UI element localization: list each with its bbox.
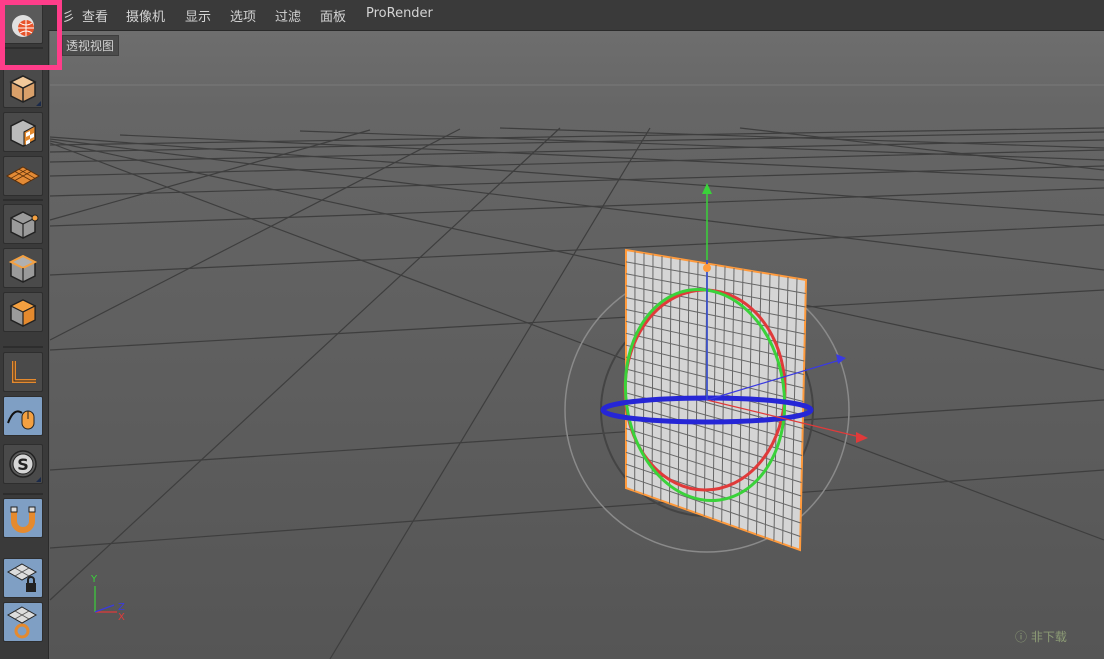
points-mode-button[interactable] bbox=[3, 204, 43, 244]
lock-workplane-button[interactable] bbox=[3, 558, 43, 598]
lock-workplane-icon bbox=[6, 563, 38, 592]
menu-filter[interactable]: 过滤 bbox=[275, 6, 301, 25]
scale-handle bbox=[703, 264, 711, 272]
polygons-mode-icon bbox=[9, 299, 37, 327]
points-mode-icon bbox=[10, 211, 39, 239]
left-toolbar: S bbox=[0, 4, 49, 659]
magnet-button[interactable] bbox=[3, 498, 43, 538]
texture-mode-icon bbox=[10, 119, 36, 147]
tweak-mode-icon bbox=[7, 410, 35, 430]
menu-edit[interactable]: 彡 bbox=[62, 6, 75, 25]
axis-indicator-x-label: X bbox=[118, 612, 125, 623]
texture-mode-button[interactable] bbox=[3, 112, 43, 152]
viewport-scene bbox=[49, 84, 1104, 659]
x-axis-arrow-icon bbox=[856, 432, 868, 443]
ground-grid bbox=[49, 127, 1104, 659]
workplane-planar-icon bbox=[6, 606, 38, 639]
workplane-mode-button[interactable] bbox=[3, 156, 43, 196]
axis-mode-icon bbox=[12, 361, 36, 383]
axis-indicator bbox=[94, 586, 117, 613]
magnet-icon bbox=[10, 506, 36, 533]
edges-mode-button[interactable] bbox=[3, 248, 43, 288]
model-mode-button[interactable] bbox=[3, 68, 43, 108]
viewport-title-label: 透视视图 bbox=[62, 35, 120, 56]
tweak-mode-button[interactable] bbox=[3, 396, 43, 436]
menu-prorender[interactable]: ProRender bbox=[366, 6, 433, 21]
viewport-menu-bar: 彡 查看 摄像机 显示 选项 过滤 面板 ProRender bbox=[0, 0, 1104, 31]
workplane-mode-icon bbox=[5, 166, 41, 186]
render-view-button[interactable] bbox=[3, 4, 43, 44]
watermark: ⓘ 非下载 bbox=[1015, 630, 1067, 644]
menu-view[interactable]: 查看 bbox=[82, 6, 108, 25]
edges-mode-icon bbox=[8, 254, 38, 283]
snap-button[interactable]: S bbox=[3, 444, 43, 484]
y-axis-arrow-icon bbox=[702, 183, 712, 194]
axis-indicator-y-label: Y bbox=[91, 574, 98, 585]
workplane-planar-button[interactable] bbox=[3, 602, 43, 642]
render-view-icon bbox=[12, 15, 34, 37]
polygons-mode-button[interactable] bbox=[3, 292, 43, 332]
menu-camera[interactable]: 摄像机 bbox=[126, 6, 165, 25]
menu-panel[interactable]: 面板 bbox=[320, 6, 346, 25]
axis-mode-button[interactable] bbox=[3, 352, 43, 392]
svg-text:S: S bbox=[17, 455, 29, 474]
menu-display[interactable]: 显示 bbox=[185, 6, 211, 25]
menu-options[interactable]: 选项 bbox=[230, 6, 256, 25]
